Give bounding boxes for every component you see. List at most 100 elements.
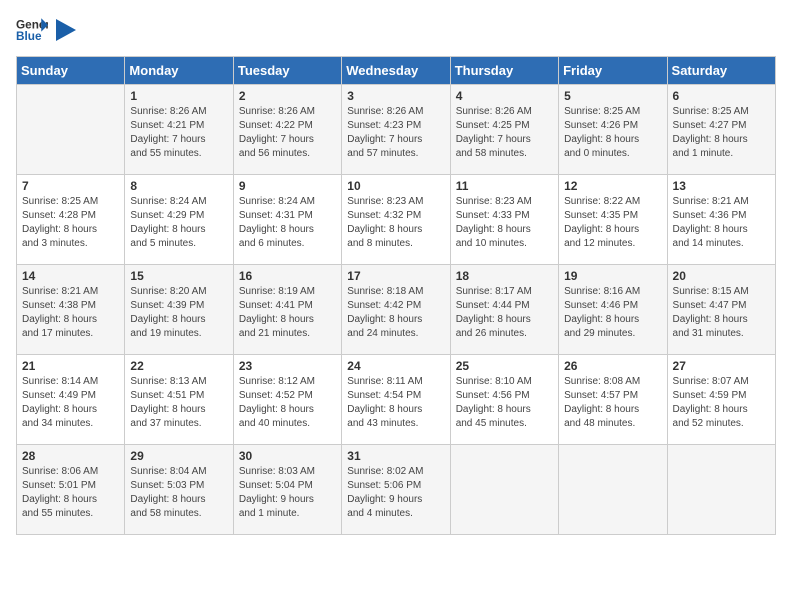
calendar-cell: 24Sunrise: 8:11 AM Sunset: 4:54 PM Dayli… [342,355,450,445]
day-content: Sunrise: 8:18 AM Sunset: 4:42 PM Dayligh… [347,285,444,341]
day-number: 25 [456,359,553,373]
day-content: Sunrise: 8:16 AM Sunset: 4:46 PM Dayligh… [564,285,661,341]
day-header-sunday: Sunday [17,57,125,85]
calendar-cell: 22Sunrise: 8:13 AM Sunset: 4:51 PM Dayli… [125,355,233,445]
calendar-cell: 4 Sunrise: 8:26 AM Sunset: 4:25 PM Daylig… [450,85,558,175]
calendar-cell: 11 Sunrise: 8:23 AM Sunset: 4:33 PM Dayli… [450,175,558,265]
calendar-cell: 10Sunrise: 8:23 AM Sunset: 4:32 PM Dayli… [342,175,450,265]
logo-arrow-icon [56,19,76,41]
day-content: Sunrise: 8:24 AM Sunset: 4:31 PM Dayligh… [239,195,336,251]
day-content: Sunrise: 8:22 AM Sunset: 4:35 PM Dayligh… [564,195,661,251]
day-number: 21 [22,359,119,373]
calendar-cell: 25Sunrise: 8:10 AM Sunset: 4:56 PM Dayli… [450,355,558,445]
day-header-thursday: Thursday [450,57,558,85]
day-number: 1 [130,89,227,103]
day-number: 9 [239,179,336,193]
day-number: 23 [239,359,336,373]
calendar-cell: 31 Sunrise: 8:02 AM Sunset: 5:06 PM Dayli… [342,445,450,535]
calendar-cell: 17 Sunrise: 8:18 AM Sunset: 4:42 PM Dayli… [342,265,450,355]
logo: General Blue [16,16,76,44]
calendar-cell: 26 Sunrise: 8:08 AM Sunset: 4:57 PM Dayli… [559,355,667,445]
calendar-cell: 5 Sunrise: 8:25 AM Sunset: 4:26 PM Daylig… [559,85,667,175]
calendar-cell [17,85,125,175]
day-content: Sunrise: 8:19 AM Sunset: 4:41 PM Dayligh… [239,285,336,341]
day-number: 4 [456,89,553,103]
day-content: Sunrise: 8:07 AM Sunset: 4:59 PM Dayligh… [673,375,770,431]
calendar-cell: 18 Sunrise: 8:17 AM Sunset: 4:44 PM Dayli… [450,265,558,355]
svg-text:Blue: Blue [16,30,42,43]
day-number: 6 [673,89,770,103]
day-content: Sunrise: 8:12 AM Sunset: 4:52 PM Dayligh… [239,375,336,431]
day-number: 15 [130,269,227,283]
day-number: 31 [347,449,444,463]
day-header-saturday: Saturday [667,57,775,85]
calendar-cell: 2Sunrise: 8:26 AM Sunset: 4:22 PM Daylig… [233,85,341,175]
calendar-cell: 7 Sunrise: 8:25 AM Sunset: 4:28 PM Daylig… [17,175,125,265]
calendar-cell [450,445,558,535]
calendar-cell: 6 Sunrise: 8:25 AM Sunset: 4:27 PM Daylig… [667,85,775,175]
day-number: 5 [564,89,661,103]
day-header-monday: Monday [125,57,233,85]
calendar-cell: 14Sunrise: 8:21 AM Sunset: 4:38 PM Dayli… [17,265,125,355]
calendar-cell: 19 Sunrise: 8:16 AM Sunset: 4:46 PM Dayli… [559,265,667,355]
day-content: Sunrise: 8:20 AM Sunset: 4:39 PM Dayligh… [130,285,227,341]
day-number: 12 [564,179,661,193]
day-content: Sunrise: 8:08 AM Sunset: 4:57 PM Dayligh… [564,375,661,431]
day-content: Sunrise: 8:02 AM Sunset: 5:06 PM Dayligh… [347,465,444,521]
day-content: Sunrise: 8:17 AM Sunset: 4:44 PM Dayligh… [456,285,553,341]
week-row-3: 21 Sunrise: 8:14 AM Sunset: 4:49 PM Dayli… [17,355,776,445]
calendar-cell [667,445,775,535]
calendar-cell: 21 Sunrise: 8:14 AM Sunset: 4:49 PM Dayli… [17,355,125,445]
day-number: 30 [239,449,336,463]
day-number: 10 [347,179,444,193]
day-number: 24 [347,359,444,373]
day-content: Sunrise: 8:15 AM Sunset: 4:47 PM Dayligh… [673,285,770,341]
day-content: Sunrise: 8:14 AM Sunset: 4:49 PM Dayligh… [22,375,119,431]
calendar-cell: 1 Sunrise: 8:26 AM Sunset: 4:21 PM Daylig… [125,85,233,175]
day-content: Sunrise: 8:25 AM Sunset: 4:26 PM Dayligh… [564,105,661,161]
logo-icon: General Blue [16,16,48,44]
day-number: 26 [564,359,661,373]
calendar-cell: 9 Sunrise: 8:24 AM Sunset: 4:31 PM Daylig… [233,175,341,265]
week-row-1: 7 Sunrise: 8:25 AM Sunset: 4:28 PM Daylig… [17,175,776,265]
day-content: Sunrise: 8:21 AM Sunset: 4:36 PM Dayligh… [673,195,770,251]
day-header-friday: Friday [559,57,667,85]
calendar-cell: 15 Sunrise: 8:20 AM Sunset: 4:39 PM Dayli… [125,265,233,355]
day-number: 27 [673,359,770,373]
day-content: Sunrise: 8:26 AM Sunset: 4:25 PM Dayligh… [456,105,553,161]
calendar-cell: 29 Sunrise: 8:04 AM Sunset: 5:03 PM Dayli… [125,445,233,535]
day-content: Sunrise: 8:26 AM Sunset: 4:23 PM Dayligh… [347,105,444,161]
day-content: Sunrise: 8:03 AM Sunset: 5:04 PM Dayligh… [239,465,336,521]
day-number: 8 [130,179,227,193]
day-number: 13 [673,179,770,193]
calendar-cell: 8 Sunrise: 8:24 AM Sunset: 4:29 PM Daylig… [125,175,233,265]
day-number: 7 [22,179,119,193]
day-number: 29 [130,449,227,463]
day-number: 22 [130,359,227,373]
day-number: 17 [347,269,444,283]
day-content: Sunrise: 8:26 AM Sunset: 4:21 PM Dayligh… [130,105,227,161]
calendar-cell [559,445,667,535]
day-content: Sunrise: 8:06 AM Sunset: 5:01 PM Dayligh… [22,465,119,521]
day-content: Sunrise: 8:24 AM Sunset: 4:29 PM Dayligh… [130,195,227,251]
day-header-wednesday: Wednesday [342,57,450,85]
calendar-cell: 20Sunrise: 8:15 AM Sunset: 4:47 PM Dayli… [667,265,775,355]
day-number: 11 [456,179,553,193]
calendar-cell: 12 Sunrise: 8:22 AM Sunset: 4:35 PM Dayli… [559,175,667,265]
calendar-cell: 27 Sunrise: 8:07 AM Sunset: 4:59 PM Dayli… [667,355,775,445]
page-header: General Blue [16,16,776,44]
week-row-4: 28 Sunrise: 8:06 AM Sunset: 5:01 PM Dayli… [17,445,776,535]
week-row-0: 1 Sunrise: 8:26 AM Sunset: 4:21 PM Daylig… [17,85,776,175]
calendar-cell: 23 Sunrise: 8:12 AM Sunset: 4:52 PM Dayli… [233,355,341,445]
day-number: 19 [564,269,661,283]
week-row-2: 14Sunrise: 8:21 AM Sunset: 4:38 PM Dayli… [17,265,776,355]
day-number: 28 [22,449,119,463]
day-number: 18 [456,269,553,283]
day-content: Sunrise: 8:25 AM Sunset: 4:27 PM Dayligh… [673,105,770,161]
calendar-cell: 16Sunrise: 8:19 AM Sunset: 4:41 PM Dayli… [233,265,341,355]
day-content: Sunrise: 8:25 AM Sunset: 4:28 PM Dayligh… [22,195,119,251]
day-content: Sunrise: 8:04 AM Sunset: 5:03 PM Dayligh… [130,465,227,521]
day-content: Sunrise: 8:23 AM Sunset: 4:33 PM Dayligh… [456,195,553,251]
calendar-cell: 13 Sunrise: 8:21 AM Sunset: 4:36 PM Dayli… [667,175,775,265]
day-header-tuesday: Tuesday [233,57,341,85]
